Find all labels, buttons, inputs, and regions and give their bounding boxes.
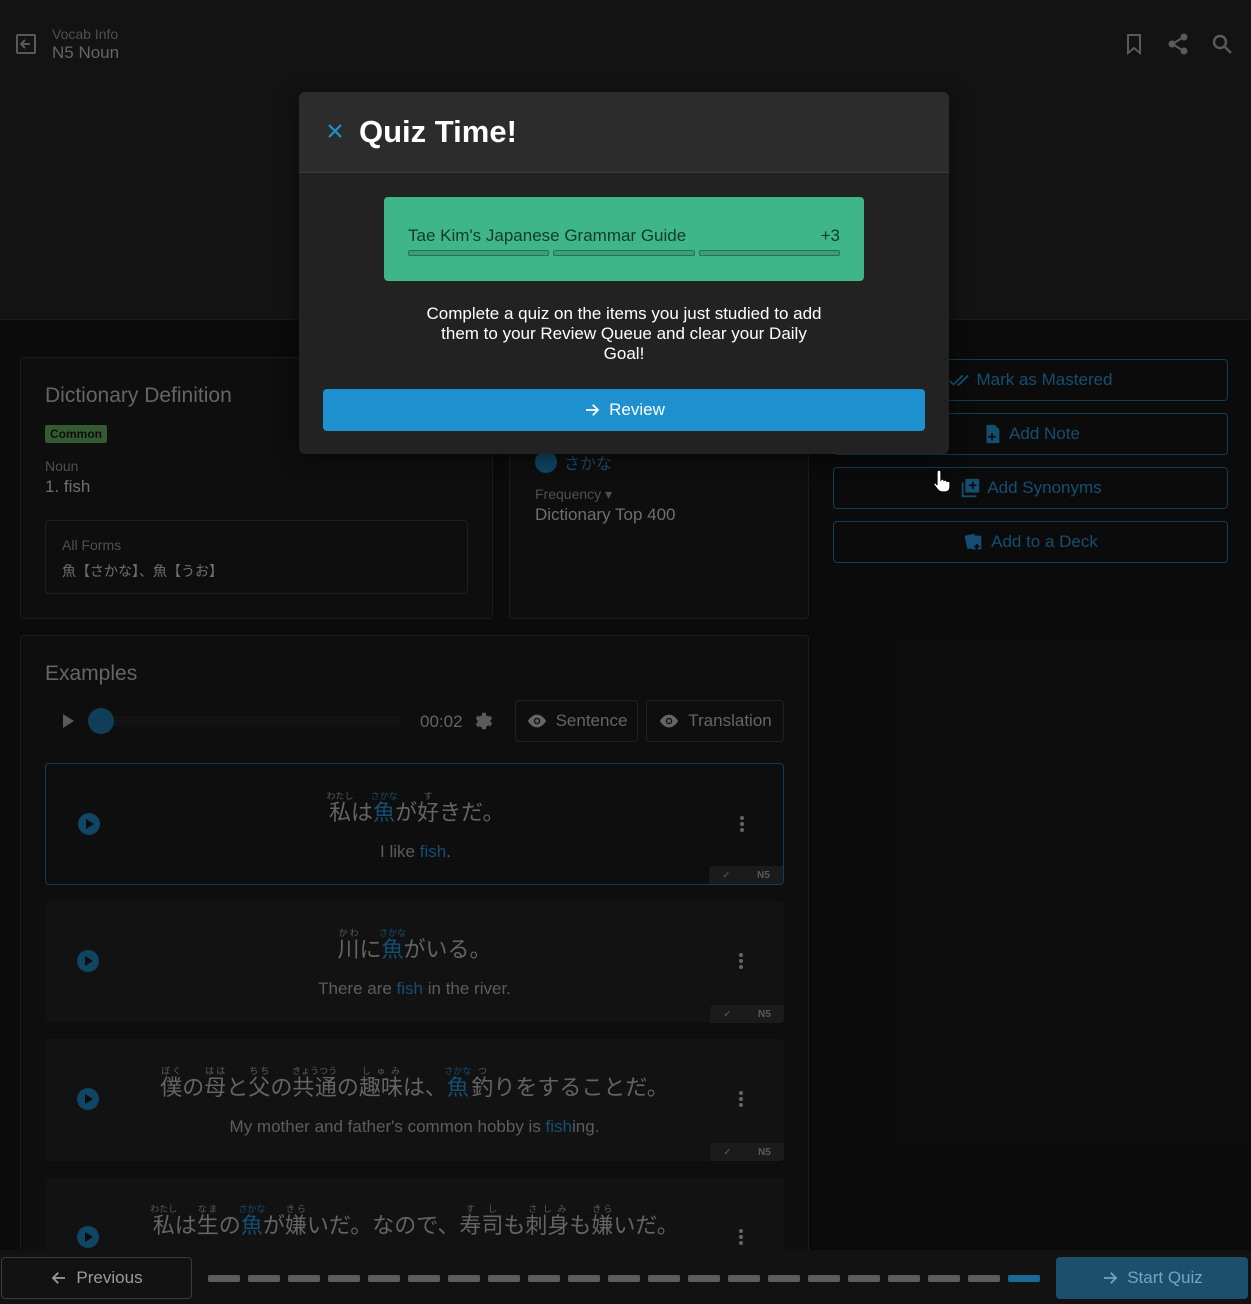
arrow-left-icon	[52, 1272, 66, 1284]
progress-segment	[368, 1275, 400, 1282]
progress-segment	[648, 1275, 680, 1282]
progress-segment	[568, 1275, 600, 1282]
guide-progress-bar	[408, 250, 549, 256]
progress-segment	[248, 1275, 280, 1282]
progress-segment	[448, 1275, 480, 1282]
arrow-right-icon	[1104, 1272, 1118, 1284]
guide-name: Tae Kim's Japanese Grammar Guide	[408, 226, 687, 245]
progress-segment	[848, 1275, 880, 1282]
progress-segment	[488, 1275, 520, 1282]
quiz-time-dialog: Quiz Time! Tae Kim's Japanese Grammar Gu…	[299, 92, 949, 454]
dialog-title: Quiz Time!	[359, 114, 517, 149]
dialog-header: Quiz Time!	[299, 92, 949, 173]
progress-segment	[728, 1275, 760, 1282]
guide-progress-card: Tae Kim's Japanese Grammar Guide +3	[384, 197, 864, 281]
progress-segment	[208, 1275, 240, 1282]
dialog-description: Complete a quiz on the items you just st…	[426, 304, 822, 363]
previous-button[interactable]: Previous	[1, 1257, 192, 1299]
progress-segment	[1008, 1275, 1040, 1282]
guide-count: +3	[820, 226, 840, 245]
progress-segment	[608, 1275, 640, 1282]
progress-segment	[328, 1275, 360, 1282]
progress-segment	[808, 1275, 840, 1282]
previous-label: Previous	[76, 1268, 143, 1287]
footer-bar: Previous Start Quiz	[0, 1250, 1251, 1304]
progress-segment	[408, 1275, 440, 1282]
progress-segment	[288, 1275, 320, 1282]
progress-segment	[688, 1275, 720, 1282]
hand-cursor-icon	[933, 469, 951, 493]
progress-segment	[968, 1275, 1000, 1282]
guide-progress-bar	[553, 250, 695, 256]
progress-segment	[528, 1275, 560, 1282]
progress-segment	[928, 1275, 960, 1282]
start-quiz-button[interactable]: Start Quiz	[1056, 1257, 1248, 1299]
progress-segment	[768, 1275, 800, 1282]
review-label: Review	[609, 400, 665, 419]
review-button[interactable]: Review	[323, 389, 925, 431]
guide-progress-bar	[699, 250, 840, 256]
close-icon[interactable]	[326, 122, 344, 140]
progress-segment	[888, 1275, 920, 1282]
arrow-right-icon	[586, 404, 600, 416]
start-quiz-label: Start Quiz	[1127, 1268, 1203, 1287]
